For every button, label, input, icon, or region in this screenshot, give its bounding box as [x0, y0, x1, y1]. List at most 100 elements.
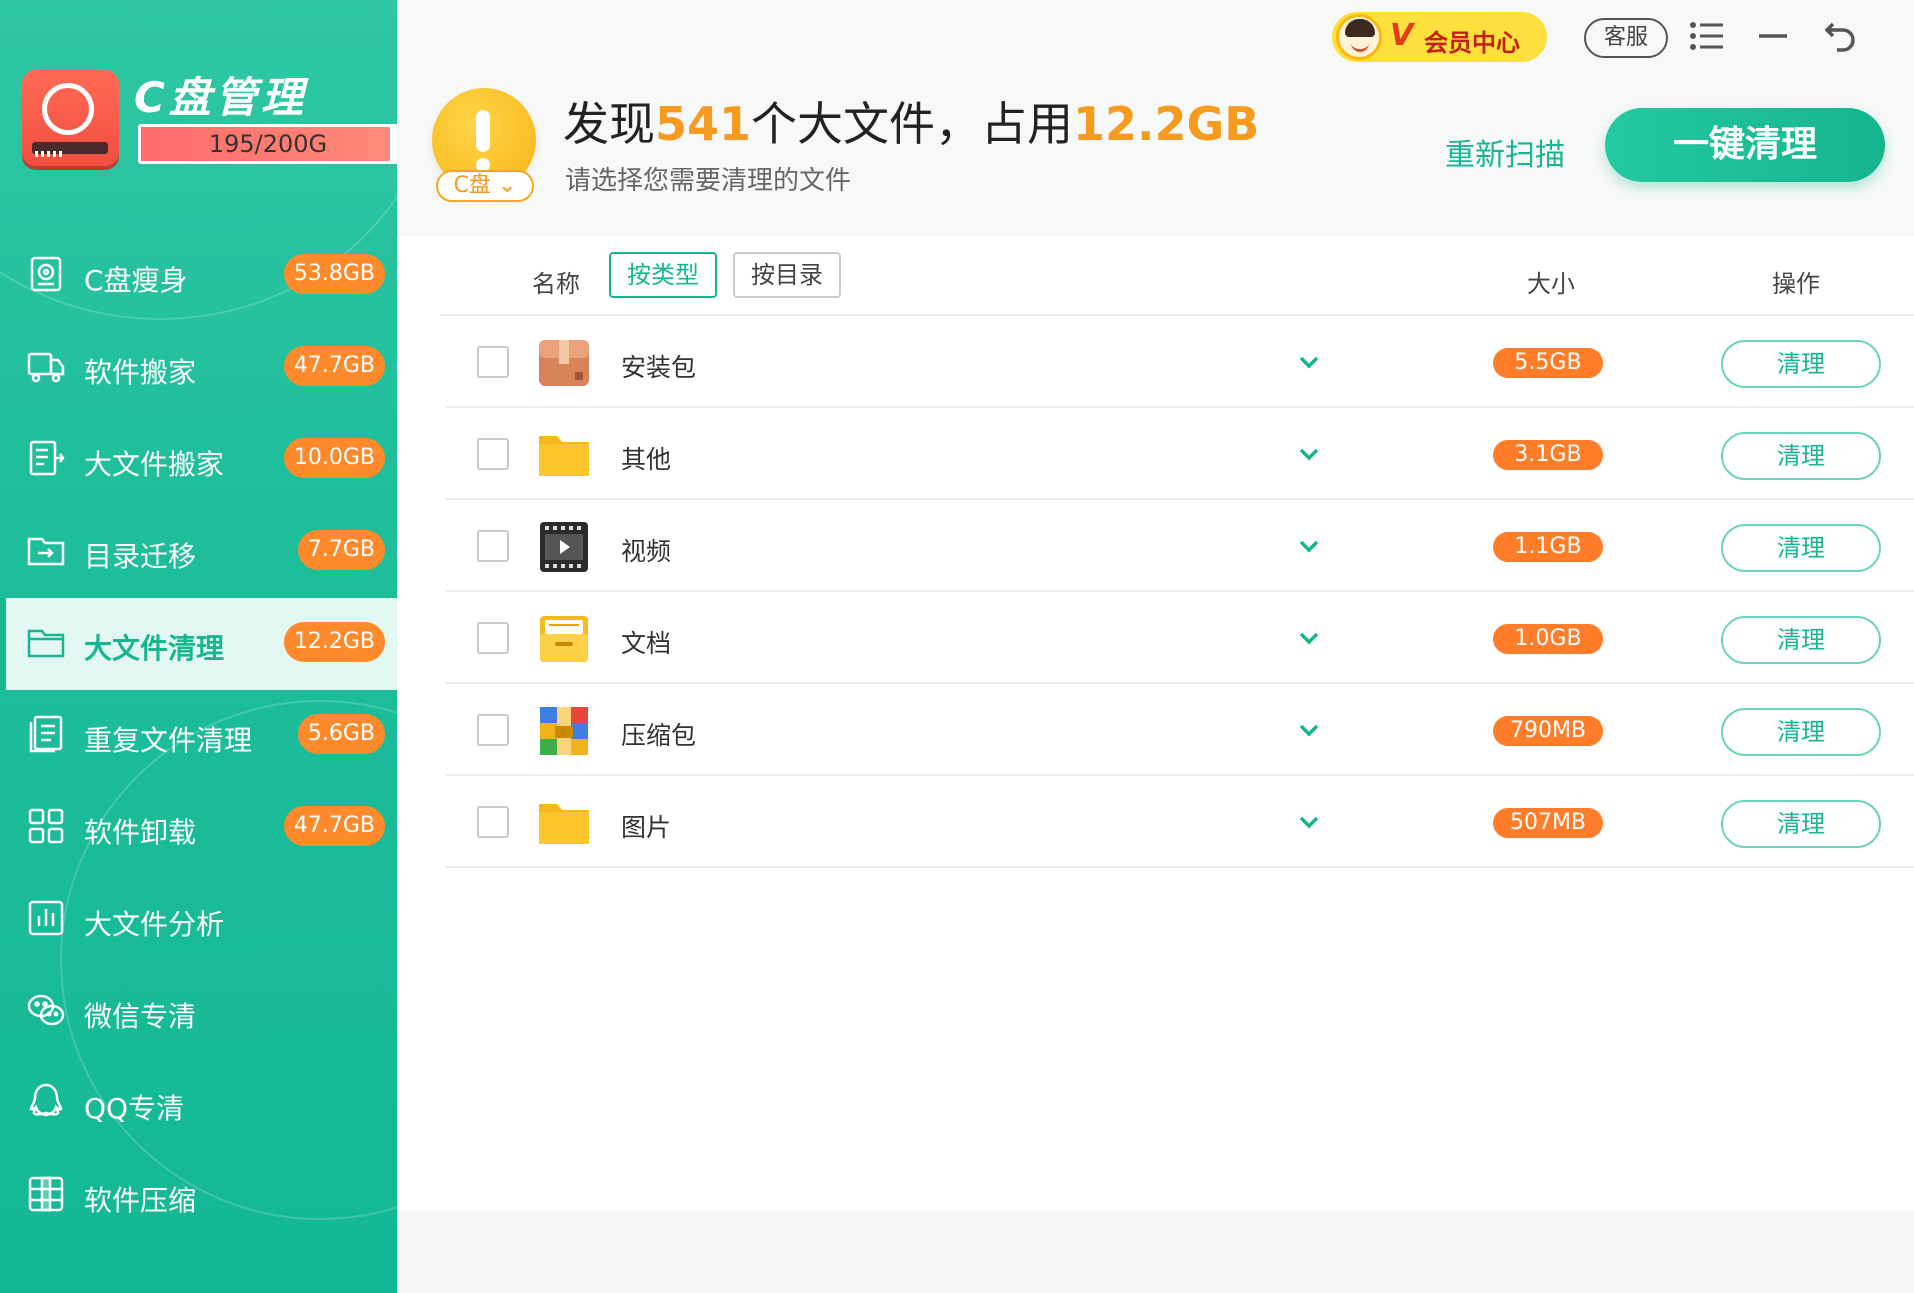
table-row: 文档 1.0GB 清理 [397, 592, 1914, 684]
row-checkbox[interactable] [477, 438, 509, 470]
sidebar-item-badge: 53.8GB [283, 254, 385, 294]
chevron-down-icon[interactable] [1293, 806, 1325, 838]
folder-yellow-icon [539, 804, 589, 844]
row-checkbox[interactable] [477, 530, 509, 562]
vip-center-button[interactable]: V 会员中心 [1332, 12, 1547, 62]
table-row: 图片 507MB 清理 [397, 776, 1914, 868]
row-checkbox[interactable] [477, 714, 509, 746]
topbar: V 会员中心 客服 C盘 ⌄ 发现541个大文件，占用12.2GB 请选择您需要… [397, 0, 1914, 236]
file-category-list: 安装包 5.5GB 清理 其他 3.1GB 清理 视频 1.1GB 清理 文档 … [397, 316, 1914, 868]
size-badge: 1.0GB [1493, 624, 1603, 654]
vip-center-label: 会员中心 [1424, 29, 1520, 57]
brand: C盘管理 195/200G [22, 64, 397, 174]
folder-icon [27, 629, 65, 658]
file-move-icon [29, 440, 65, 476]
duplicate-file-icon [29, 715, 63, 753]
file-list-panel: 名称 按类型 按目录 大小 操作 安装包 5.5GB 清理 其他 3.1GB 清… [397, 236, 1914, 1211]
chevron-down-icon[interactable] [1293, 530, 1325, 562]
size-badge: 507MB [1493, 808, 1603, 838]
table-row: 其他 3.1GB 清理 [397, 408, 1914, 500]
file-count: 541 [655, 97, 752, 151]
sidebar-item-label: 软件卸载 [84, 816, 197, 849]
sidebar-item-c-slim[interactable]: C盘瘦身 53.8GB [0, 230, 397, 322]
category-name: 图片 [621, 813, 672, 842]
drive-selector[interactable]: C盘 ⌄ [436, 170, 534, 202]
sidebar-item-badge: 10.0GB [283, 438, 385, 478]
chevron-down-icon[interactable] [1293, 346, 1325, 378]
column-name-header: 名称 [532, 270, 580, 298]
chevron-down-icon[interactable] [1293, 714, 1325, 746]
tab-by-type[interactable]: 按类型 [609, 252, 717, 298]
sidebar-item-bigfile-clean[interactable]: 大文件清理 12.2GB [0, 598, 397, 690]
column-size-header: 大小 [1527, 270, 1575, 298]
sidebar-item-duplicate-clean[interactable]: 重复文件清理 5.6GB [0, 690, 397, 782]
qq-icon [29, 1083, 63, 1117]
size-badge: 3.1GB [1493, 440, 1603, 470]
customer-service-button[interactable]: 客服 [1584, 18, 1668, 58]
sidebar-item-label: 大文件清理 [84, 632, 225, 665]
disk-icon [22, 70, 119, 166]
category-name: 视频 [621, 537, 672, 566]
clean-button[interactable]: 清理 [1721, 340, 1881, 388]
table-row: 安装包 5.5GB 清理 [397, 316, 1914, 408]
table-header: 名称 按类型 按目录 大小 操作 [397, 236, 1914, 316]
clean-button[interactable]: 清理 [1721, 708, 1881, 756]
menu-button[interactable] [1687, 16, 1727, 56]
total-size: 12.2GB [1073, 97, 1260, 151]
disk-slim-icon [30, 256, 62, 292]
sidebar-item-qq[interactable]: QQ专清 [0, 1058, 397, 1150]
sidebar-item-label: 软件搬家 [84, 356, 197, 389]
truck-icon [27, 352, 65, 383]
sidebar-item-badge: 7.7GB [297, 530, 385, 570]
scan-summary: 发现541个大文件，占用12.2GB [563, 88, 1259, 154]
sidebar-item-badge: 12.2GB [283, 622, 385, 662]
sidebar: C盘管理 195/200G C盘瘦身 53.8GB 软件搬家 47.7GB 大文… [0, 0, 397, 1293]
category-name: 文档 [621, 629, 672, 658]
sidebar-item-badge: 5.6GB [297, 714, 385, 754]
sidebar-item-label: 软件压缩 [84, 1184, 197, 1217]
sidebar-item-compress[interactable]: 软件压缩 [0, 1150, 397, 1242]
sidebar-item-bigfile-analysis[interactable]: 大文件分析 [0, 874, 397, 966]
sidebar-item-label: 目录迁移 [84, 540, 197, 573]
clean-button[interactable]: 清理 [1721, 616, 1881, 664]
sidebar-item-wechat[interactable]: 微信专清 [0, 966, 397, 1058]
sidebar-item-bigfile-move[interactable]: 大文件搬家 10.0GB [0, 414, 397, 506]
table-row: 视频 1.1GB 清理 [397, 500, 1914, 592]
sidebar-item-dir-migrate[interactable]: 目录迁移 7.7GB [0, 506, 397, 598]
summary-subtitle: 请选择您需要清理的文件 [565, 166, 852, 196]
footer-area [397, 1211, 1914, 1293]
tab-by-directory[interactable]: 按目录 [733, 252, 841, 298]
wechat-icon [27, 994, 65, 1026]
one-click-clean-button[interactable]: 一键清理 [1605, 108, 1885, 182]
sidebar-item-label: C盘瘦身 [84, 264, 188, 297]
chevron-down-icon[interactable] [1293, 622, 1325, 654]
folder-move-icon [27, 537, 65, 566]
sidebar-item-label: 微信专清 [84, 1000, 197, 1033]
clean-button[interactable]: 清理 [1721, 800, 1881, 848]
summary-prefix: 发现 [563, 97, 655, 151]
size-badge: 790MB [1493, 716, 1603, 746]
sidebar-item-badge: 47.7GB [283, 346, 385, 386]
category-name: 压缩包 [621, 721, 697, 750]
chevron-down-icon[interactable] [1293, 438, 1325, 470]
row-checkbox[interactable] [477, 622, 509, 654]
rescan-link[interactable]: 重新扫描 [1445, 130, 1565, 174]
clean-button[interactable]: 清理 [1721, 432, 1881, 480]
disk-usage: 195/200G [138, 124, 397, 164]
undo-arrow-icon [1824, 22, 1855, 52]
sidebar-item-label: 大文件搬家 [84, 448, 225, 481]
clean-button[interactable]: 清理 [1721, 524, 1881, 572]
apps-grid-icon [28, 808, 64, 844]
row-checkbox[interactable] [477, 346, 509, 378]
sidebar-item-label: 重复文件清理 [84, 724, 253, 757]
minimize-button[interactable] [1753, 16, 1793, 56]
size-badge: 1.1GB [1493, 532, 1603, 562]
category-name: 安装包 [621, 353, 697, 382]
avatar [1336, 14, 1382, 60]
sidebar-nav: C盘瘦身 53.8GB 软件搬家 47.7GB 大文件搬家 10.0GB 目录迁… [0, 230, 397, 1242]
sidebar-item-software-move[interactable]: 软件搬家 47.7GB [0, 322, 397, 414]
back-button[interactable] [1821, 16, 1861, 56]
row-checkbox[interactable] [477, 806, 509, 838]
compress-icon [28, 1176, 64, 1212]
sidebar-item-uninstall[interactable]: 软件卸载 47.7GB [0, 782, 397, 874]
